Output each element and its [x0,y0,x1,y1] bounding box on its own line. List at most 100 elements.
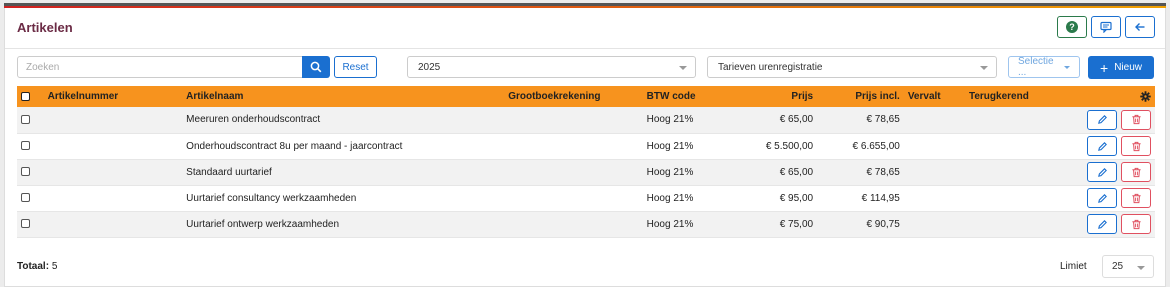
articles-panel: Artikelen ? Reset 2025 Tarieven urenregi… [4,8,1166,287]
trash-icon [1131,219,1141,229]
search-input[interactable] [17,56,303,78]
row-checkbox[interactable] [21,141,30,151]
col-terugkerend[interactable]: Terugkerend [965,86,1083,107]
table-row[interactable]: Uurtarief ontwerp werkzaamheden Hoog 21%… [17,211,1155,237]
cell-vervalt [904,107,965,133]
col-prijs[interactable]: Prijs [732,86,817,107]
cell-prijs: € 65,00 [779,114,814,126]
caret-down-icon [1064,65,1070,69]
tarief-select[interactable]: Tarieven urenregistratie [707,56,997,78]
col-artikelnaam[interactable]: Artikelnaam [182,86,504,107]
cell-terugkerend [965,211,1083,237]
chevron-down-icon [980,66,988,70]
search-icon [310,61,322,73]
cell-vervalt [904,211,965,237]
cell-prijs-incl: € 90,75 [866,218,900,230]
trash-icon [1131,167,1141,177]
limit-value: 25 [1112,261,1124,272]
table-row[interactable]: Meeruren onderhoudscontract Hoog 21% € 6… [17,107,1155,133]
table-row[interactable]: Uurtarief consultancy werkzaamheden Hoog… [17,185,1155,211]
cell-btw-code: Hoog 21% [646,192,694,204]
delete-button[interactable] [1121,162,1151,182]
cell-prijs: € 5.500,00 [765,140,814,152]
reset-button[interactable]: Reset [334,56,377,78]
arrow-left-icon [1135,23,1145,31]
row-checkbox[interactable] [21,115,30,125]
col-vervalt[interactable]: Vervalt [904,86,965,107]
total-count: Totaal: 5 [17,261,57,272]
gear-icon[interactable] [1140,91,1151,102]
cell-grootboekrekening [504,159,642,185]
delete-button[interactable] [1121,214,1151,234]
cell-btw-code: Hoog 21% [646,140,694,152]
settings-cell [1083,86,1155,107]
help-button[interactable]: ? [1057,16,1087,38]
edit-button[interactable] [1087,162,1117,182]
trash-icon [1131,141,1141,151]
cell-vervalt [904,159,965,185]
feedback-button[interactable] [1091,16,1121,38]
message-square-icon [1100,21,1112,33]
cell-vervalt [904,133,965,159]
trash-icon [1131,115,1141,125]
limit-label: Limiet [1060,261,1087,272]
chevron-down-icon [679,66,687,70]
row-checkbox[interactable] [21,167,30,177]
delete-button[interactable] [1121,109,1151,130]
col-grootboekrekening[interactable]: Grootboekrekening [504,86,642,107]
col-artikelnummer[interactable]: Artikelnummer [44,86,183,107]
back-button[interactable] [1125,16,1155,38]
edit-button[interactable] [1087,109,1117,130]
row-checkbox[interactable] [21,193,30,203]
cell-terugkerend [965,107,1083,133]
total-value: 5 [51,261,58,272]
cell-prijs-incl: € 78,65 [866,114,900,126]
cell-artikelnaam: Meeruren onderhoudscontract [186,114,321,126]
tarief-select-value: Tarieven urenregistratie [718,61,823,73]
selectie-label: Selectie ... [1018,56,1054,78]
year-select-value: 2025 [418,61,441,73]
table-row[interactable]: Onderhoudscontract 8u per maand - jaarco… [17,133,1155,159]
edit-button[interactable] [1087,188,1117,208]
cell-btw-code: Hoog 21% [646,114,694,126]
edit-button[interactable] [1087,136,1117,156]
table-row[interactable]: Standaard uurtarief Hoog 21% € 65,00 € 7… [17,159,1155,185]
cell-btw-code: Hoog 21% [646,218,694,230]
cell-prijs-incl: € 6.655,00 [852,140,900,152]
cell-terugkerend [965,133,1083,159]
cell-artikelnummer [44,185,183,211]
new-article-button[interactable]: + Nieuw [1088,56,1154,79]
col-btw-code[interactable]: BTW code [643,86,733,107]
cell-vervalt [904,185,965,211]
delete-button[interactable] [1121,188,1151,208]
pencil-icon [1097,193,1107,203]
delete-button[interactable] [1121,136,1151,156]
col-prijs-incl[interactable]: Prijs incl. [817,86,904,107]
row-actions [1083,133,1155,159]
select-all-cell [17,86,44,107]
plus-icon: + [1100,59,1109,76]
pencil-icon [1097,167,1107,177]
pencil-icon [1097,219,1107,229]
edit-button[interactable] [1087,214,1117,234]
cell-terugkerend [965,159,1083,185]
select-all-checkbox[interactable] [21,91,30,101]
row-checkbox[interactable] [21,219,30,229]
cell-prijs-incl: € 78,65 [866,166,900,178]
cell-artikelnummer [44,211,183,237]
cell-prijs: € 95,00 [779,192,814,204]
year-select[interactable]: 2025 [407,56,696,78]
limit-select[interactable]: 25 [1102,255,1154,278]
search-button[interactable] [302,56,330,78]
new-article-label: Nieuw [1114,62,1142,73]
cell-artikelnaam: Standaard uurtarief [186,166,272,178]
cell-terugkerend [965,185,1083,211]
cell-artikelnummer [44,159,183,185]
selectie-dropdown[interactable]: Selectie ... [1008,56,1080,78]
cell-grootboekrekening [504,107,642,133]
row-actions [1083,159,1155,185]
table-header-row: Artikelnummer Artikelnaam Grootboekreken… [17,86,1155,107]
cell-artikelnaam: Onderhoudscontract 8u per maand - jaarco… [186,140,403,152]
trash-icon [1131,193,1141,203]
question-circle-icon: ? [1066,21,1078,33]
